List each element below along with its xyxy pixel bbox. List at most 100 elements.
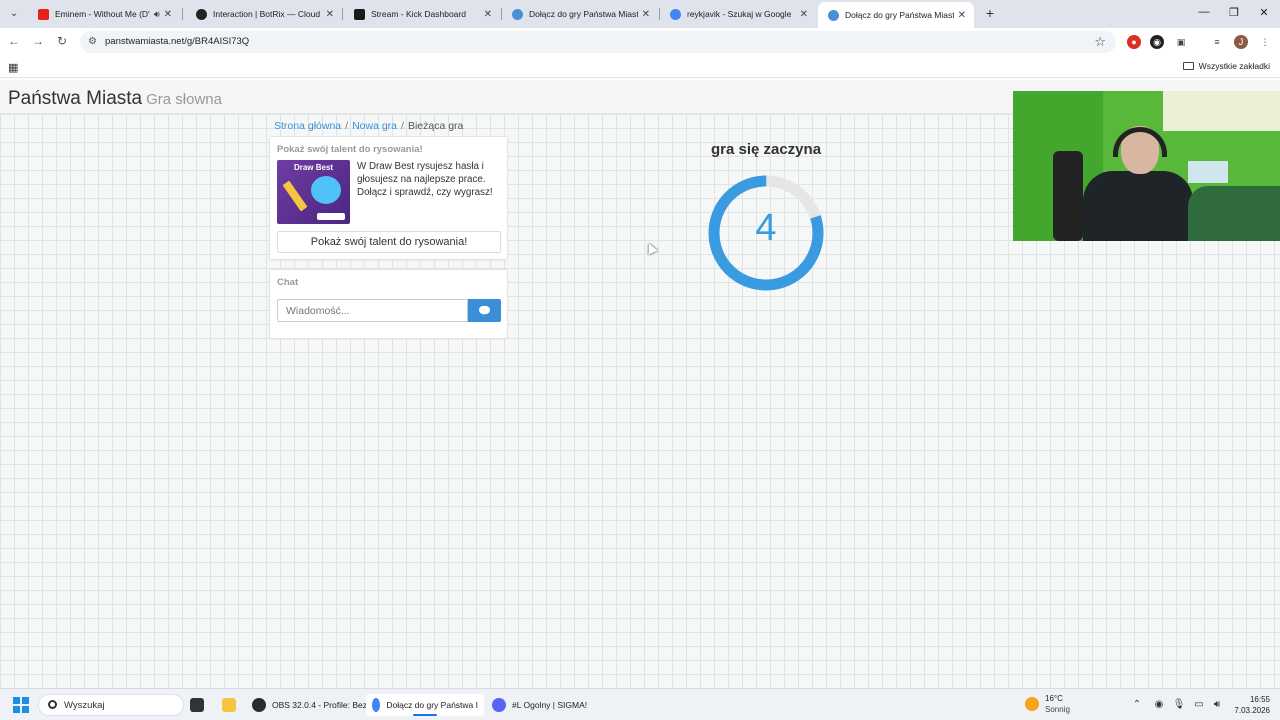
globe-icon [512,8,523,20]
tab-separator [182,8,183,20]
taskbar-app-obs[interactable]: OBS 32.0.4 - Profile: Bez [252,694,367,716]
close-icon[interactable]: ✕ [326,9,334,20]
file-explorer-icon[interactable] [222,694,242,716]
extensions-puzzle-icon[interactable]: ▣ [1174,35,1188,49]
site-brand[interactable]: Państwa Miasta Gra słowna [8,88,222,110]
new-tab-button[interactable]: + [982,5,998,21]
url-text[interactable]: panstwamiasta.net/g/BR4AISI73Q [105,36,249,47]
media-control-icon[interactable]: ≡ [1210,35,1224,49]
taskbar-app-discord[interactable]: #L Ogolny | SIGMA! [492,694,587,716]
microphone-icon[interactable]: 🎙︎ [1172,699,1186,710]
windows-taskbar: Wyszukaj OBS 32.0.4 - Profile: Bez Dołąc… [0,688,1280,720]
chat-card: Chat [269,269,508,339]
bookmark-star-icon[interactable]: ☆ [1094,34,1106,50]
show-talent-button[interactable]: Pokaż swój talent do rysowania! [277,231,501,253]
tab-title: reykjavik - Szukaj w Google [687,9,792,19]
tab-search-icon[interactable]: ⌄ [6,6,22,22]
github-icon [196,8,207,20]
speaker-icon[interactable]: 🔊︎ [154,9,160,20]
webcam-chair [1053,151,1083,241]
profile-avatar[interactable]: J [1234,35,1248,49]
promo-heading: Pokaż swój talent do rysowania! [277,144,423,155]
extension-icon[interactable]: ◉ [1150,35,1164,49]
back-icon[interactable]: ← [6,34,22,48]
sun-icon [1025,697,1039,711]
tab-panstwa-miasta[interactable]: Dołącz do gry Państwa Miasta ✕ [502,3,658,25]
apps-grid-icon[interactable]: ▦ [8,61,18,74]
breadcrumb: Strona główna / Nowa gra / Bieżąca gra [274,120,463,132]
taskbar-app-label: #L Ogolny | SIGMA! [512,700,588,710]
brand-title[interactable]: Państwa Miasta [8,88,142,109]
menu-kebab-icon[interactable]: ⋮ [1258,35,1272,49]
extension-adblock-icon[interactable]: ● [1127,35,1141,49]
all-bookmarks-button[interactable]: Wszystkie zakładki [1182,61,1270,71]
close-icon[interactable]: ✕ [642,9,650,20]
close-icon[interactable]: ✕ [484,9,492,20]
breadcrumb-current: Bieżąca gra [407,120,464,132]
tab-kick[interactable]: Stream - Kick Dashboard ✕ [344,3,500,25]
tab-title: Stream - Kick Dashboard [371,9,466,19]
close-icon[interactable]: ✕ [958,10,966,21]
obs-icon [252,698,266,712]
mouse-cursor-icon [644,241,658,255]
tab-strip: ⌄ Eminem - Without Me (D'A 🔊︎ ✕ Interact… [0,0,1280,28]
webcam-person-body [1083,171,1193,241]
tab-separator [342,8,343,20]
network-icon[interactable]: ▭ [1192,699,1206,710]
windows-start-icon[interactable] [13,697,29,713]
site-info-icon[interactable]: ⚙︎ [88,36,97,47]
search-icon [48,700,57,709]
browser-toolbar: ← → ↻ ⚙︎ panstwamiasta.net/g/BR4AISI73Q … [0,28,1280,56]
tray-chevron-icon[interactable]: ⌃ [1130,699,1144,710]
all-bookmarks-label: Wszystkie zakładki [1198,61,1270,71]
breadcrumb-separator: / [401,120,404,132]
task-view-icon[interactable] [190,694,210,716]
folder-icon [1182,62,1194,70]
badge-shape [317,213,345,220]
draw-best-image[interactable]: Draw Best [277,160,350,224]
forward-icon[interactable]: → [30,34,46,48]
bookmarks-bar: ▦ Wszystkie zakładki [0,56,1280,78]
tab-youtube[interactable]: Eminem - Without Me (D'A 🔊︎ ✕ [28,3,180,25]
headset-icon [1113,127,1167,157]
weather-temp: 16°C [1045,694,1063,703]
tab-active-panstwa-miasta[interactable]: Dołącz do gry Państwa Miasta ✕ [818,2,974,28]
close-window-icon[interactable]: ✕ [1256,6,1272,19]
paint-blob-shape [311,176,341,204]
webcam-blanket [1188,186,1280,241]
draw-best-promo-card: Pokaż swój talent do rysowania! Draw Bes… [269,136,508,260]
taskbar-search[interactable]: Wyszukaj [38,694,184,716]
breadcrumb-separator: / [345,120,349,132]
tray-app-icon[interactable]: ◉ [1152,699,1166,710]
folder-shape [222,698,236,712]
address-bar[interactable]: ⚙︎ panstwamiasta.net/g/BR4AISI73Q ☆ [80,31,1116,53]
tab-botrix[interactable]: Interaction | BotRix — Cloud St ✕ [186,3,342,25]
tab-title: Eminem - Without Me (D'A [55,9,150,19]
google-icon [670,8,681,20]
close-icon[interactable]: ✕ [164,9,172,20]
chrome-icon [372,698,381,712]
volume-icon[interactable]: 🔊︎ [1210,699,1224,710]
chat-message-input[interactable] [277,299,468,322]
reload-icon[interactable]: ↻ [54,34,70,48]
taskbar-app-chrome[interactable]: Dołącz do gry Państwa I [366,694,484,716]
tab-title: Dołącz do gry Państwa Miasta [529,9,638,19]
tab-google[interactable]: reykjavik - Szukaj w Google ✕ [660,3,816,25]
chat-send-button[interactable] [468,299,501,322]
pencil-icon [282,180,308,212]
webcam-overlay [1013,91,1280,241]
webcam-shelf [1188,161,1228,183]
minimize-icon[interactable]: — [1196,6,1212,18]
taskbar-app-label: Dołącz do gry Państwa I [386,700,478,710]
globe-icon [828,9,839,21]
taskbar-clock[interactable]: 16:55 7.03.2026 [1228,694,1270,716]
kick-icon [354,8,365,20]
breadcrumb-home-link[interactable]: Strona główna [274,120,341,132]
close-icon[interactable]: ✕ [800,9,808,20]
taskbar-app-label: OBS 32.0.4 - Profile: Bez [272,700,367,710]
breadcrumb-new-game-link[interactable]: Nowa gra [352,120,397,132]
countdown-number: 4 [755,207,777,249]
promo-text: W Draw Best rysujesz hasła i głosujesz n… [357,161,493,198]
restore-icon[interactable]: ❐ [1226,6,1242,19]
game-status-text: gra się zaczyna [710,141,822,158]
